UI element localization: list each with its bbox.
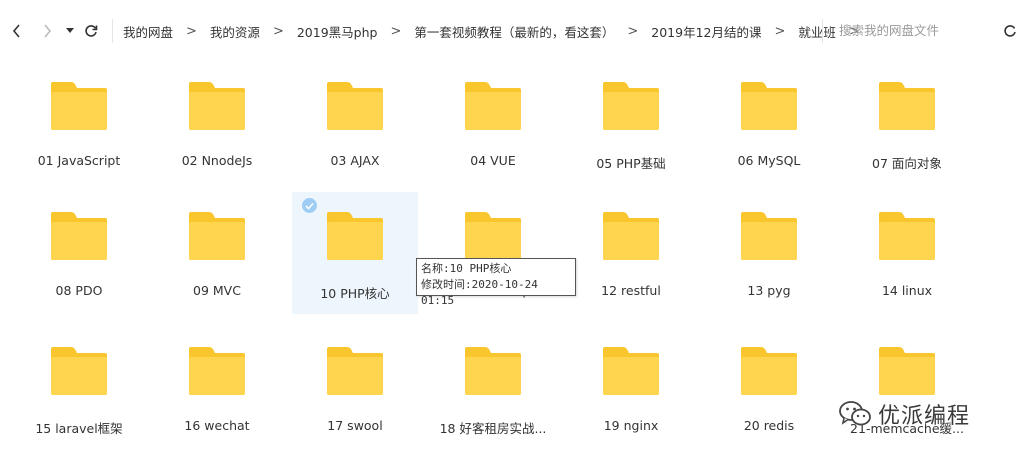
breadcrumb-item[interactable]: 我的资源 — [210, 22, 260, 41]
folder-icon — [877, 345, 937, 397]
tooltip-modified-date: 修改时间:2020-10-24 01:15 — [421, 278, 538, 307]
folder-name: 17 swool — [327, 418, 383, 433]
folder-icon — [601, 80, 661, 132]
folder-item[interactable]: 08 PDO — [16, 192, 142, 314]
folder-name: 05 PHP基础 — [596, 156, 666, 171]
refresh-button[interactable] — [80, 20, 102, 42]
toolbar: 我的网盘 > 我的资源 > 2019黑马php > 第一套视频教程（最新的，看这… — [0, 0, 1016, 62]
breadcrumb-separator: > — [627, 23, 639, 39]
folder-icon — [187, 345, 247, 397]
folder-name: 08 PDO — [55, 283, 103, 298]
chevron-right-icon — [44, 24, 52, 38]
folder-icon — [463, 345, 523, 397]
folder-icon — [49, 80, 109, 132]
folder-icon — [187, 210, 247, 262]
folder-icon — [325, 210, 385, 262]
folder-item[interactable]: 20 redis — [706, 327, 832, 449]
folder-item[interactable]: 10 PHP核心 — [292, 192, 418, 314]
folder-item[interactable]: 18 好客租房实战... — [430, 327, 556, 449]
folder-name: 01 JavaScript — [37, 153, 121, 168]
forward-button[interactable] — [36, 20, 58, 42]
tooltip-name: 名称:10 PHP核心 — [421, 262, 512, 275]
folder-item[interactable]: 04 VUE — [430, 62, 556, 184]
folder-item[interactable]: 19 nginx — [568, 327, 694, 449]
folder-tooltip: 名称:10 PHP核心 修改时间:2020-10-24 01:15 — [416, 258, 576, 307]
folder-icon — [49, 210, 109, 262]
breadcrumb-item[interactable]: 我的网盘 — [123, 22, 173, 41]
folder-item[interactable]: 15 laravel框架 — [16, 327, 142, 449]
watermark: 优派编程 — [838, 398, 970, 430]
history-dropdown-button[interactable] — [62, 20, 78, 42]
folder-item[interactable]: 17 swool — [292, 327, 418, 449]
folder-item[interactable]: 14 linux — [844, 192, 970, 314]
search-input[interactable]: 搜索我的网盘文件 — [822, 19, 1016, 43]
folder-item[interactable]: 21-memcache缓... — [844, 327, 970, 449]
breadcrumb-item[interactable]: 2019黑马php — [297, 22, 378, 41]
folder-name: 09 MVC — [193, 283, 241, 298]
folder-item[interactable]: 13 pyg — [706, 192, 832, 314]
folder-icon — [739, 80, 799, 132]
breadcrumb-separator: > — [774, 23, 786, 39]
folder-item[interactable]: 07 面向对象 — [844, 62, 970, 184]
folder-icon — [601, 345, 661, 397]
folder-icon — [463, 210, 523, 262]
folder-icon — [463, 80, 523, 132]
folder-item[interactable]: 03 AJAX — [292, 62, 418, 184]
folder-name: 13 pyg — [747, 283, 791, 298]
folder-name: 10 PHP核心 — [320, 286, 390, 301]
wechat-icon — [839, 401, 871, 426]
folder-icon — [601, 210, 661, 262]
folder-icon — [877, 210, 937, 262]
folder-name: 14 linux — [881, 283, 933, 298]
breadcrumb-separator: > — [390, 23, 402, 39]
folder-name: 04 VUE — [470, 153, 516, 168]
folder-name: 07 面向对象 — [872, 156, 942, 171]
folder-name: 19 nginx — [603, 418, 659, 433]
folder-name: 06 MySQL — [737, 153, 801, 168]
chevron-left-icon — [12, 24, 20, 38]
watermark-text: 优派编程 — [878, 404, 971, 429]
folder-item[interactable]: 09 MVC — [154, 192, 280, 314]
folder-item[interactable]: 02 NnodeJs — [154, 62, 280, 184]
folder-icon — [877, 80, 937, 132]
folder-name: 18 好客租房实战... — [439, 421, 547, 436]
back-button[interactable] — [6, 20, 28, 42]
search-refresh-button[interactable] — [1003, 20, 1016, 42]
breadcrumb-separator: > — [272, 23, 284, 39]
folder-name: 15 laravel框架 — [35, 421, 123, 436]
breadcrumb-item[interactable]: 第一套视频教程（最新的，看这套） — [414, 22, 614, 41]
folder-name: 02 NnodeJs — [181, 153, 253, 168]
folder-name: 12 restful — [601, 283, 661, 298]
folder-icon — [325, 80, 385, 132]
breadcrumb-separator: > — [186, 23, 197, 39]
folder-icon — [325, 345, 385, 397]
caret-down-icon — [66, 28, 74, 33]
refresh-icon — [1004, 25, 1016, 37]
selected-check-icon[interactable] — [302, 198, 317, 213]
folder-icon — [739, 345, 799, 397]
folder-item[interactable]: 06 MySQL — [706, 62, 832, 184]
breadcrumb-item[interactable]: 2019年12月结的课 — [651, 22, 761, 41]
folder-name: 16 wechat — [184, 418, 250, 433]
folder-name: 03 AJAX — [330, 153, 380, 168]
folder-item[interactable]: 01 JavaScript — [16, 62, 142, 184]
folder-icon — [739, 210, 799, 262]
refresh-icon — [85, 25, 98, 37]
folder-item[interactable]: 05 PHP基础 — [568, 62, 694, 184]
breadcrumb: 我的网盘 > 我的资源 > 2019黑马php > 第一套视频教程（最新的，看这… — [112, 19, 873, 43]
folder-item[interactable]: 16 wechat — [154, 327, 280, 449]
folder-icon — [49, 345, 109, 397]
folder-icon — [187, 80, 247, 132]
folder-item[interactable]: 12 restful — [568, 192, 694, 314]
folder-name: 20 redis — [743, 418, 795, 433]
